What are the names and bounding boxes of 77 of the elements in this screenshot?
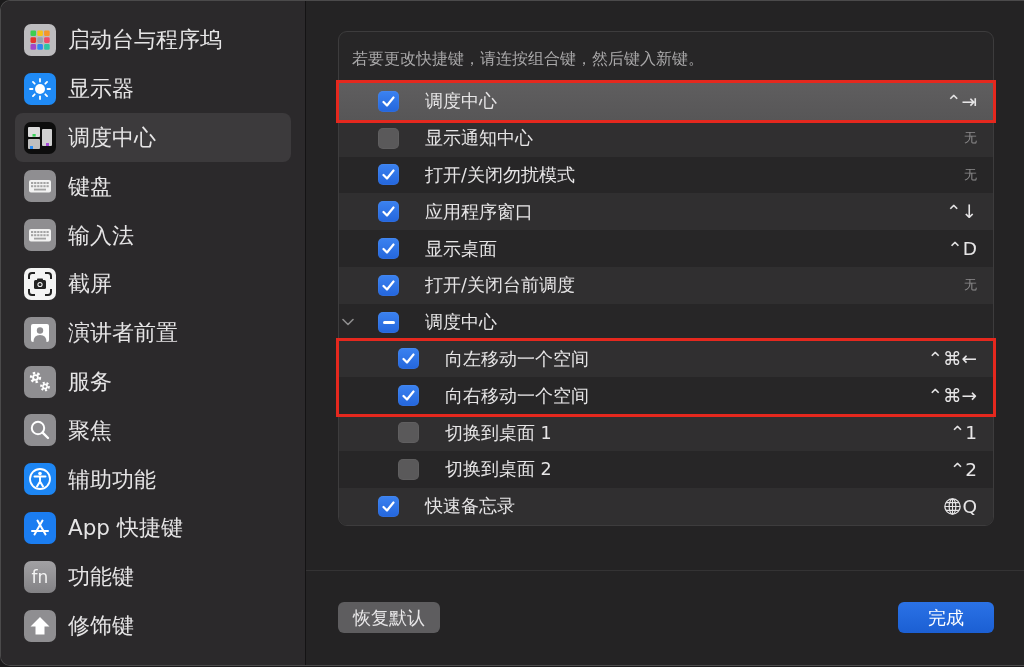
sidebar-item[interactable]: 显示器	[15, 64, 291, 114]
key-combo: ⌃2	[949, 458, 977, 480]
key-combo: 无	[964, 276, 977, 295]
checkbox[interactable]	[398, 385, 419, 407]
shortcut-row[interactable]: 调度中心 ⌃⇥	[339, 83, 993, 120]
sidebar-item[interactable]: 聚焦	[15, 405, 291, 455]
checkbox[interactable]	[378, 274, 399, 296]
sidebar-item[interactable]: 服务	[15, 357, 291, 406]
checkbox[interactable]	[398, 458, 419, 480]
checkbox[interactable]	[378, 90, 399, 112]
checkbox[interactable]	[378, 201, 399, 223]
checkmark-icon	[382, 279, 395, 291]
checkbox[interactable]	[378, 311, 399, 333]
shortcut-name: 调度中心	[425, 311, 498, 335]
sidebar-item[interactable]: 调度中心	[15, 113, 291, 162]
shortcut-name: 快速备忘录	[425, 495, 516, 519]
app-grid-icon	[24, 24, 56, 56]
checkbox[interactable]	[378, 238, 399, 260]
checkbox[interactable]	[378, 164, 399, 186]
checkmark-icon	[402, 353, 415, 365]
sidebar-item[interactable]: 输入法	[15, 210, 291, 260]
gears-icon	[24, 365, 56, 398]
shortcut-name: 显示桌面	[425, 237, 498, 261]
keyboard-icon	[24, 170, 56, 203]
screenshot-camera-icon	[24, 267, 56, 300]
shortcut-row[interactable]: 向左移动一个空间 ⌃⌘←	[339, 340, 993, 378]
key-combo: ⌃⇥	[946, 90, 977, 112]
sidebar-item[interactable]: 辅助功能	[15, 454, 291, 504]
key-combo: 无	[964, 129, 977, 148]
key-combo: ⌃⌘←	[927, 348, 977, 370]
accessibility-icon	[24, 463, 56, 496]
sun-icon	[24, 72, 56, 105]
shortcut-name: 向右移动一个空间	[445, 384, 590, 408]
letter-a-icon	[24, 511, 56, 544]
fn-key-icon: fn	[24, 560, 56, 593]
key-combo: ⌃↓	[946, 201, 977, 223]
shortcut-name: 打开/关闭台前调度	[425, 274, 576, 298]
dash-icon	[382, 320, 395, 324]
shortcut-name: 应用程序窗口	[425, 200, 534, 224]
shortcut-name: 显示通知中心	[425, 127, 534, 151]
checkmark-icon	[382, 169, 395, 181]
checkbox[interactable]	[378, 495, 399, 517]
checkbox[interactable]	[378, 127, 399, 149]
sidebar-item[interactable]: fn 功能键	[15, 552, 291, 602]
key-combo: ⌃⌘→	[927, 385, 977, 407]
checkmark-icon	[382, 206, 395, 218]
restore-defaults-button[interactable]: 恢复默认	[338, 602, 440, 633]
key-combo: ⌃1	[949, 422, 977, 444]
shortcut-name: 切换到桌面 1	[445, 421, 553, 445]
sidebar-item[interactable]: 截屏	[15, 259, 291, 309]
checkmark-icon	[382, 500, 395, 512]
search-icon	[24, 414, 56, 447]
shortcut-row[interactable]: 快速备忘录 Q	[339, 487, 993, 525]
shortcut-name: 打开/关闭勿扰模式	[425, 164, 576, 187]
shortcut-row[interactable]: 应用程序窗口 ⌃↓	[339, 193, 993, 231]
sidebar-item[interactable]: 演讲者前置	[15, 308, 291, 358]
person-silhouette-icon	[24, 316, 56, 349]
shortcut-name: 向左移动一个空间	[445, 347, 590, 371]
keyboard-icon	[24, 219, 56, 252]
checkbox[interactable]	[398, 422, 419, 444]
sidebar-item[interactable]: App 快捷键	[15, 503, 291, 553]
checkbox[interactable]	[398, 348, 419, 370]
sidebar-item[interactable]: 键盘	[15, 162, 291, 211]
key-combo: 无	[964, 166, 977, 184]
sidebar-item[interactable]: 修饰键	[15, 601, 291, 650]
key-combo: Q	[962, 495, 977, 517]
shortcut-row[interactable]: 打开/关闭台前调度 无	[339, 267, 993, 304]
shortcut-name: 调度中心	[425, 90, 498, 114]
shortcut-name: 切换到桌面 2	[445, 458, 553, 482]
sidebar-item[interactable]: 启动台与程序坞	[15, 15, 291, 65]
hint-text: 若要更改快捷键，请连按组合键，然后键入新键。	[351, 48, 705, 70]
checkmark-icon	[382, 243, 395, 255]
windows-overview-icon	[24, 121, 56, 154]
checkmark-icon	[402, 390, 415, 402]
key-combo: ⌃D	[947, 238, 977, 260]
done-button[interactable]: 完成	[898, 602, 994, 633]
checkmark-icon	[382, 95, 395, 107]
